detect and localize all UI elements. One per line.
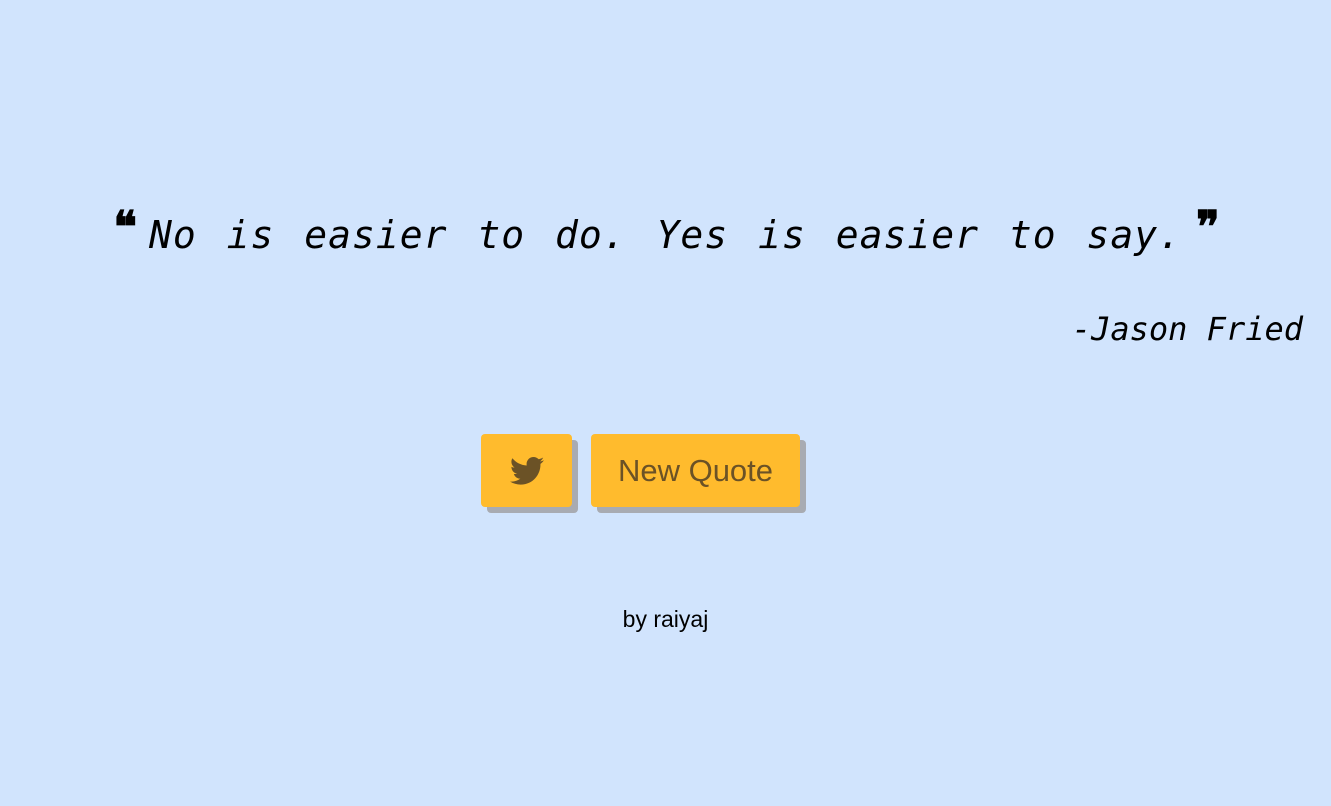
twitter-icon <box>509 456 544 486</box>
close-quote-icon: ❞ <box>1196 202 1220 253</box>
new-quote-button[interactable]: New Quote <box>591 434 800 507</box>
author-credit: by raiyaj <box>622 606 709 632</box>
quote-container: ❝ No is easier to do. Yes is easier to s… <box>0 200 1331 270</box>
quote-text: No is easier to do. Yes is easier to say… <box>149 213 1182 257</box>
open-quote-icon: ❝ <box>113 202 137 253</box>
quote-author: -Jason Fried <box>1071 310 1303 348</box>
quote-line: ❝ No is easier to do. Yes is easier to s… <box>113 200 1220 270</box>
tweet-button[interactable] <box>481 434 572 507</box>
